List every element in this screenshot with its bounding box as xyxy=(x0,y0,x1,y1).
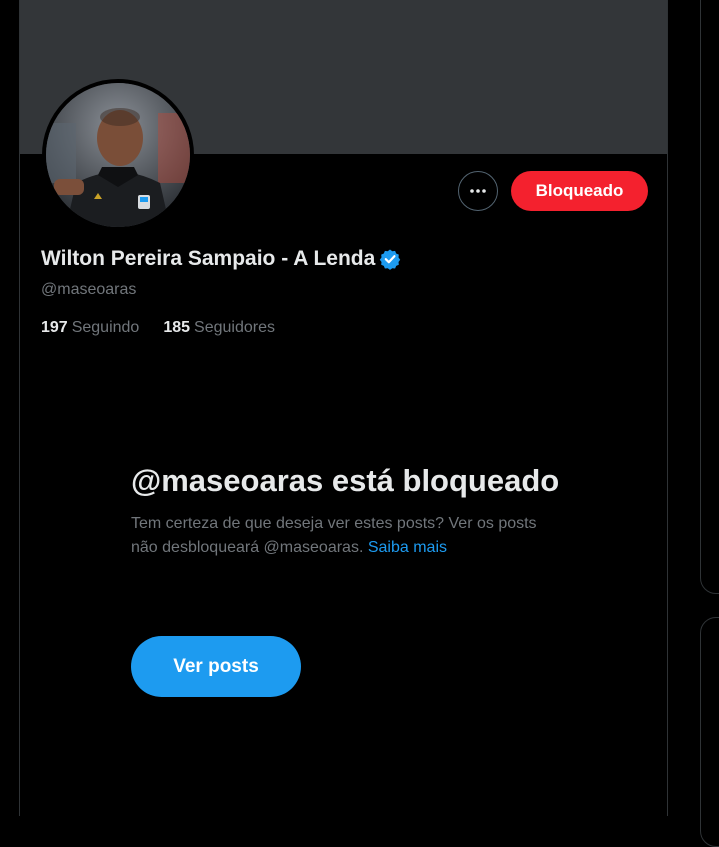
display-name: Wilton Pereira Sampaio - A Lenda xyxy=(41,247,376,270)
blocked-button[interactable]: Bloqueado xyxy=(511,171,648,211)
name-row: Wilton Pereira Sampaio - A Lenda xyxy=(41,247,401,271)
view-posts-button[interactable]: Ver posts xyxy=(131,636,301,697)
profile-handle: @maseoaras xyxy=(41,281,137,298)
followers-count: 185 xyxy=(163,319,191,336)
more-horizontal-icon xyxy=(468,181,488,201)
following-link[interactable]: 197 Seguindo xyxy=(41,319,139,337)
verified-badge-icon[interactable] xyxy=(379,248,401,270)
blocked-title: @maseoaras está bloqueado xyxy=(131,463,560,498)
more-options-button[interactable] xyxy=(458,171,498,211)
followers-label: Seguidores xyxy=(194,319,275,336)
profile-column: Bloqueado Wilton Pereira Sampaio - A Len… xyxy=(19,0,668,816)
followers-link[interactable]: 185 Seguidores xyxy=(163,319,275,337)
sidebar-card-top xyxy=(700,0,719,594)
learn-more-link[interactable]: Saiba mais xyxy=(368,539,447,556)
following-count: 197 xyxy=(41,319,68,336)
following-label: Seguindo xyxy=(71,319,140,336)
profile-stats: 197 Seguindo 185 Seguidores xyxy=(41,319,275,337)
blocked-description-block: Tem certeza de que deseja ver estes post… xyxy=(131,512,561,560)
avatar[interactable] xyxy=(42,79,194,231)
sidebar-card-bottom xyxy=(700,617,719,847)
blocked-description: Tem certeza de que deseja ver estes post… xyxy=(131,515,537,556)
blocked-notice: @maseoaras está bloqueado Tem certeza de… xyxy=(131,460,561,560)
